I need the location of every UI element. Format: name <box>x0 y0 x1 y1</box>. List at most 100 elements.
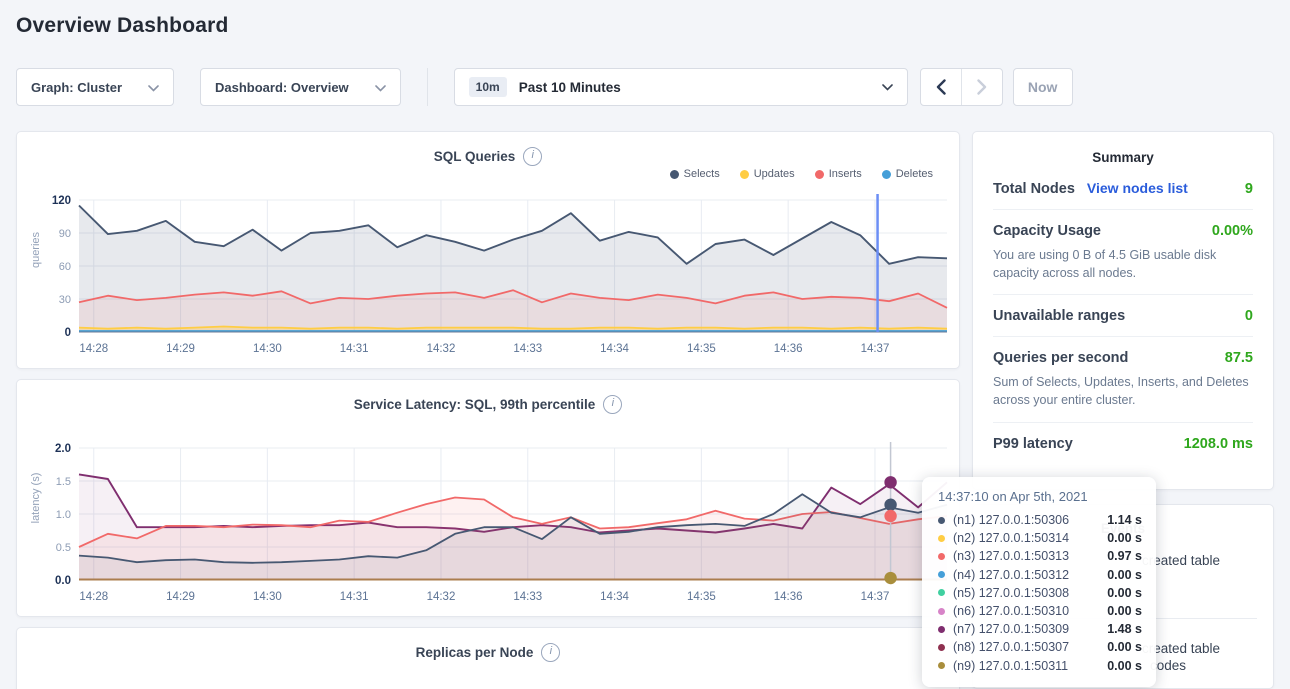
info-icon[interactable]: i <box>603 395 622 414</box>
svg-text:14:30: 14:30 <box>253 343 282 355</box>
sql-queries-card: SQL Queries i SelectsUpdatesInsertsDelet… <box>16 131 960 369</box>
legend-dot-icon <box>670 170 679 179</box>
legend-item: Updates <box>740 168 795 180</box>
summary-panel: Summary Total NodesView nodes list9Capac… <box>972 131 1274 490</box>
svg-text:14:29: 14:29 <box>166 343 195 355</box>
tooltip-node: (n2) 127.0.0.1:50314 <box>953 531 1069 545</box>
overview-dashboard-page: Overview Dashboard Graph: Cluster Dashbo… <box>0 0 1290 689</box>
svg-text:30: 30 <box>59 294 71 306</box>
summary-description: Sum of Selects, Updates, Inserts, and De… <box>993 373 1253 409</box>
sql-queries-chart[interactable]: 14:2814:2914:3014:3114:3214:3314:3414:35… <box>33 190 953 358</box>
tooltip-row: (n7) 127.0.0.1:503091.48 s <box>938 620 1142 638</box>
series-dot-icon <box>938 626 945 633</box>
svg-text:0.0: 0.0 <box>55 575 71 587</box>
series-dot-icon <box>938 644 945 651</box>
svg-text:2.0: 2.0 <box>55 443 71 455</box>
now-button[interactable]: Now <box>1013 68 1073 106</box>
series-dot-icon <box>938 608 945 615</box>
summary-label: Capacity Usage <box>993 223 1101 239</box>
replicas-per-node-card: Replicas per Node i <box>16 627 960 689</box>
legend-dot-icon <box>815 170 824 179</box>
summary-description: You are using 0 B of 4.5 GiB usable disk… <box>993 246 1253 282</box>
graph-dropdown-label: Graph: Cluster <box>31 80 122 95</box>
summary-row: Total NodesView nodes list9 <box>993 167 1253 210</box>
svg-text:14:32: 14:32 <box>427 591 456 603</box>
series-dot-icon <box>938 535 945 542</box>
charts-column: SQL Queries i SelectsUpdatesInsertsDelet… <box>16 131 960 689</box>
svg-text:14:30: 14:30 <box>253 591 282 603</box>
svg-text:14:32: 14:32 <box>427 343 456 355</box>
tooltip-node: (n7) 127.0.0.1:50309 <box>953 622 1069 636</box>
svg-text:14:28: 14:28 <box>79 343 108 355</box>
view-nodes-link[interactable]: View nodes list <box>1087 180 1188 196</box>
svg-text:0.5: 0.5 <box>56 542 71 554</box>
summary-row: Queries per second87.5Sum of Selects, Up… <box>993 337 1253 422</box>
svg-text:14:33: 14:33 <box>513 343 542 355</box>
summary-row: Unavailable ranges 0 <box>993 295 1253 337</box>
controls-bar: Graph: Cluster Dashboard: Overview 10m P… <box>16 68 1073 106</box>
tooltip-value: 0.00 s <box>1107 604 1142 618</box>
info-icon[interactable]: i <box>523 147 542 166</box>
summary-label: Unavailable ranges <box>993 308 1125 324</box>
tooltip-value: 0.00 s <box>1107 586 1142 600</box>
chart-title: SQL Queries <box>434 149 516 164</box>
service-latency-chart[interactable]: 14:2814:2914:3014:3114:3214:3314:3414:35… <box>33 438 953 606</box>
svg-text:14:31: 14:31 <box>340 343 369 355</box>
next-range-button[interactable] <box>961 69 1002 105</box>
svg-text:14:33: 14:33 <box>513 591 542 603</box>
chevron-down-icon <box>148 80 159 95</box>
summary-title: Summary <box>993 136 1253 167</box>
svg-text:1.0: 1.0 <box>56 509 71 521</box>
time-range-badge: 10m <box>469 77 507 97</box>
svg-text:14:35: 14:35 <box>687 343 716 355</box>
tooltip-row: (n6) 127.0.0.1:503100.00 s <box>938 602 1142 620</box>
chart-legend: SelectsUpdatesInsertsDeletes <box>670 168 933 180</box>
svg-text:60: 60 <box>59 261 71 273</box>
time-range-selector[interactable]: 10m Past 10 Minutes <box>454 68 908 106</box>
chevron-down-icon <box>882 78 893 96</box>
summary-row: P99 latency 1208.0 ms <box>993 423 1253 464</box>
tooltip-value: 0.00 s <box>1107 640 1142 654</box>
svg-text:90: 90 <box>59 228 71 240</box>
legend-dot-icon <box>740 170 749 179</box>
svg-text:14:35: 14:35 <box>687 591 716 603</box>
series-dot-icon <box>938 553 945 560</box>
tooltip-row: (n4) 127.0.0.1:50312 0.00 s <box>938 566 1142 584</box>
tooltip-node: (n3) 127.0.0.1:50313 <box>953 549 1069 563</box>
summary-value: 0.00% <box>1212 223 1253 239</box>
summary-value: 87.5 <box>1225 350 1253 366</box>
tooltip-node: (n8) 127.0.0.1:50307 <box>953 640 1069 654</box>
svg-text:14:36: 14:36 <box>774 343 803 355</box>
tooltip-value: 0.00 s <box>1107 659 1142 673</box>
series-dot-icon <box>938 662 945 669</box>
svg-text:14:36: 14:36 <box>774 591 803 603</box>
dashboard-dropdown[interactable]: Dashboard: Overview <box>200 68 401 106</box>
series-dot-icon <box>938 517 945 524</box>
tooltip-value: 0.00 s <box>1107 568 1142 582</box>
svg-text:1.5: 1.5 <box>56 476 71 488</box>
tooltip-node: (n4) 127.0.0.1:50312 <box>953 568 1069 582</box>
prev-range-button[interactable] <box>921 69 961 105</box>
tooltip-row: (n5) 127.0.0.1:503080.00 s <box>938 584 1142 602</box>
svg-text:14:37: 14:37 <box>861 343 890 355</box>
tooltip-timestamp: 14:37:10 on Apr 5th, 2021 <box>938 489 1142 504</box>
svg-text:120: 120 <box>52 195 71 207</box>
series-dot-icon <box>938 571 945 578</box>
tooltip-row: (n9) 127.0.0.1:50311 0.00 s <box>938 657 1142 675</box>
summary-label: P99 latency <box>993 436 1073 452</box>
svg-text:14:28: 14:28 <box>79 591 108 603</box>
tooltip-node: (n9) 127.0.0.1:50311 <box>953 659 1068 673</box>
tooltip-row: (n3) 127.0.0.1:503130.97 s <box>938 547 1142 565</box>
chevron-down-icon <box>375 80 386 95</box>
summary-value: 1208.0 ms <box>1184 436 1253 452</box>
legend-item: Selects <box>670 168 720 180</box>
svg-text:14:31: 14:31 <box>340 591 369 603</box>
chart-hover-tooltip: 14:37:10 on Apr 5th, 2021 (n1) 127.0.0.1… <box>922 477 1156 687</box>
summary-value: 0 <box>1245 308 1253 324</box>
page-title: Overview Dashboard <box>16 14 229 38</box>
summary-label: Total Nodes <box>993 181 1075 197</box>
graph-dropdown[interactable]: Graph: Cluster <box>16 68 174 106</box>
info-icon[interactable]: i <box>541 643 560 662</box>
series-dot-icon <box>938 589 945 596</box>
svg-text:14:29: 14:29 <box>166 591 195 603</box>
